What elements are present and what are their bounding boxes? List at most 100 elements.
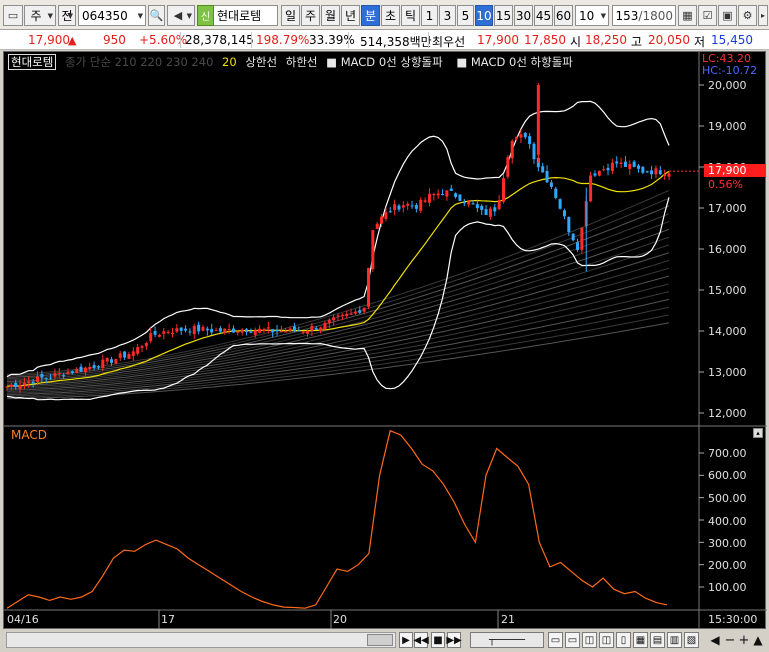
candle-body xyxy=(127,354,131,359)
candle-body xyxy=(650,170,654,175)
zoom-in-icon[interactable]: + xyxy=(737,632,751,648)
code-input[interactable]: 064350 xyxy=(78,5,146,26)
view-mode-9-icon[interactable]: ▧ xyxy=(684,632,699,648)
candle-body xyxy=(380,216,384,224)
interval-10-button[interactable]: 10 xyxy=(475,5,493,26)
zoom-slider[interactable]: ┬───── xyxy=(470,632,544,648)
search-icon[interactable]: 🔍 xyxy=(148,5,165,26)
candle-body xyxy=(245,329,249,333)
window-menu-icon[interactable]: ▭ xyxy=(3,5,23,26)
view-mode-7-icon[interactable]: ▤ xyxy=(650,632,665,648)
candle-body xyxy=(353,311,357,314)
period-day-button[interactable]: 일 xyxy=(281,5,300,26)
step-back-icon[interactable]: ◀◀ xyxy=(413,632,429,648)
candle-body xyxy=(401,205,405,208)
candle-body xyxy=(658,170,662,175)
toolbar: ▭ 주 전 064350 🔍 ◀ 신 현대로템 일 주 월 년 분 초 틱 1 … xyxy=(0,0,769,30)
candle-body xyxy=(510,141,514,159)
view-mode-3-icon[interactable]: ◫ xyxy=(582,632,597,648)
step-forward-icon[interactable]: ▶▶ xyxy=(446,632,462,648)
period-week-button[interactable]: 주 xyxy=(301,5,320,26)
candle-body xyxy=(493,207,497,212)
view-mode-8-icon[interactable]: ▥ xyxy=(667,632,682,648)
interval-select[interactable]: 10 xyxy=(575,5,609,26)
play-icon[interactable]: ▶ xyxy=(399,632,413,648)
interval-15-button[interactable]: 15 xyxy=(494,5,513,26)
more-icon[interactable]: ▸ xyxy=(758,5,768,26)
candle-body xyxy=(336,315,340,317)
candle-body xyxy=(562,210,566,217)
view-mode-5-icon[interactable]: ▯ xyxy=(616,632,631,648)
time-label: 15:30:00 xyxy=(708,613,758,626)
interval-30-button[interactable]: 30 xyxy=(514,5,533,26)
maximize-panel-button[interactable]: ▴ xyxy=(753,428,763,438)
candle-body xyxy=(162,331,166,334)
interval-3-button[interactable]: 3 xyxy=(439,5,456,26)
scroll-up-icon[interactable]: ▲ xyxy=(751,632,765,648)
interval-5-button[interactable]: 5 xyxy=(457,5,474,26)
candle-body xyxy=(497,200,501,210)
legend-macd-down: ■ MACD 0선 하향돌파 xyxy=(456,55,573,69)
view-mode-2-icon[interactable]: ▭ xyxy=(565,632,580,648)
candle-body xyxy=(249,331,253,333)
candle-body xyxy=(580,227,584,250)
candle-body xyxy=(532,143,536,160)
candle-body xyxy=(523,133,527,138)
scroll-left-icon[interactable]: ◀ xyxy=(708,632,722,648)
candle-body xyxy=(502,178,505,202)
candle-body xyxy=(96,366,100,368)
candle-body xyxy=(27,381,31,383)
macd-axis-label: 100.00 xyxy=(708,581,747,594)
period-year-button[interactable]: 년 xyxy=(341,5,360,26)
candle-body xyxy=(536,85,540,155)
view-mode-4-icon[interactable]: ◫ xyxy=(599,632,614,648)
candle-body xyxy=(240,329,244,333)
current-price: 17,900 xyxy=(28,33,70,47)
speaker-icon[interactable]: ◀ xyxy=(167,5,195,26)
view-mode-6-icon[interactable]: ▦ xyxy=(633,632,648,648)
candle-body xyxy=(144,343,148,347)
period-tick-button[interactable]: 틱 xyxy=(401,5,420,26)
interval-60-button[interactable]: 60 xyxy=(554,5,573,26)
chart-area[interactable]: 현대로템 종가 단순 210 220 230 240 20 상한선 하한선 ■ … xyxy=(3,51,767,630)
candle-body xyxy=(593,173,597,176)
scrollbar-thumb[interactable] xyxy=(367,634,393,646)
high-price: 20,050 xyxy=(648,33,690,47)
scope-select[interactable]: 전 xyxy=(58,5,76,26)
price-axis-label: 14,000 xyxy=(708,325,747,338)
candle-body xyxy=(362,307,366,312)
legend-stock-name[interactable]: 현대로템 xyxy=(8,54,57,70)
candle-body xyxy=(645,171,649,173)
count-input[interactable]: 153/1800 xyxy=(612,5,676,26)
candle-body xyxy=(519,134,523,138)
grid-icon[interactable]: ▦ xyxy=(678,5,697,26)
candle-body xyxy=(83,367,87,373)
interval-1-button[interactable]: 1 xyxy=(421,5,438,26)
save-icon[interactable]: ▣ xyxy=(718,5,737,26)
view-mode-1-icon[interactable]: ▭ xyxy=(548,632,563,648)
candle-body xyxy=(110,359,114,363)
candle-body xyxy=(288,328,292,331)
checkbox-icon[interactable]: ☑ xyxy=(698,5,717,26)
candle-body xyxy=(118,353,122,358)
candle-body xyxy=(70,371,74,374)
interval-45-button[interactable]: 45 xyxy=(534,5,553,26)
candle-body xyxy=(275,329,279,332)
x-axis-label: 21 xyxy=(501,613,515,626)
candle-body xyxy=(576,242,580,250)
chart-scrollbar[interactable] xyxy=(6,632,396,648)
market-select[interactable]: 주 xyxy=(24,5,56,26)
volume-ratio: 198.79% xyxy=(256,33,310,47)
candle-body xyxy=(427,193,431,203)
period-second-button[interactable]: 초 xyxy=(381,5,400,26)
candle-body xyxy=(231,328,235,333)
hc-marker: HC:-10.72 xyxy=(702,64,758,77)
candle-body xyxy=(297,330,301,332)
stop-icon[interactable]: ■ xyxy=(431,632,445,648)
zoom-out-icon[interactable]: − xyxy=(723,632,737,648)
period-minute-button[interactable]: 분 xyxy=(361,5,380,26)
settings-icon[interactable]: ⚙ xyxy=(738,5,757,26)
chart-canvas xyxy=(4,52,767,630)
period-month-button[interactable]: 월 xyxy=(321,5,340,26)
candle-body xyxy=(35,376,39,382)
